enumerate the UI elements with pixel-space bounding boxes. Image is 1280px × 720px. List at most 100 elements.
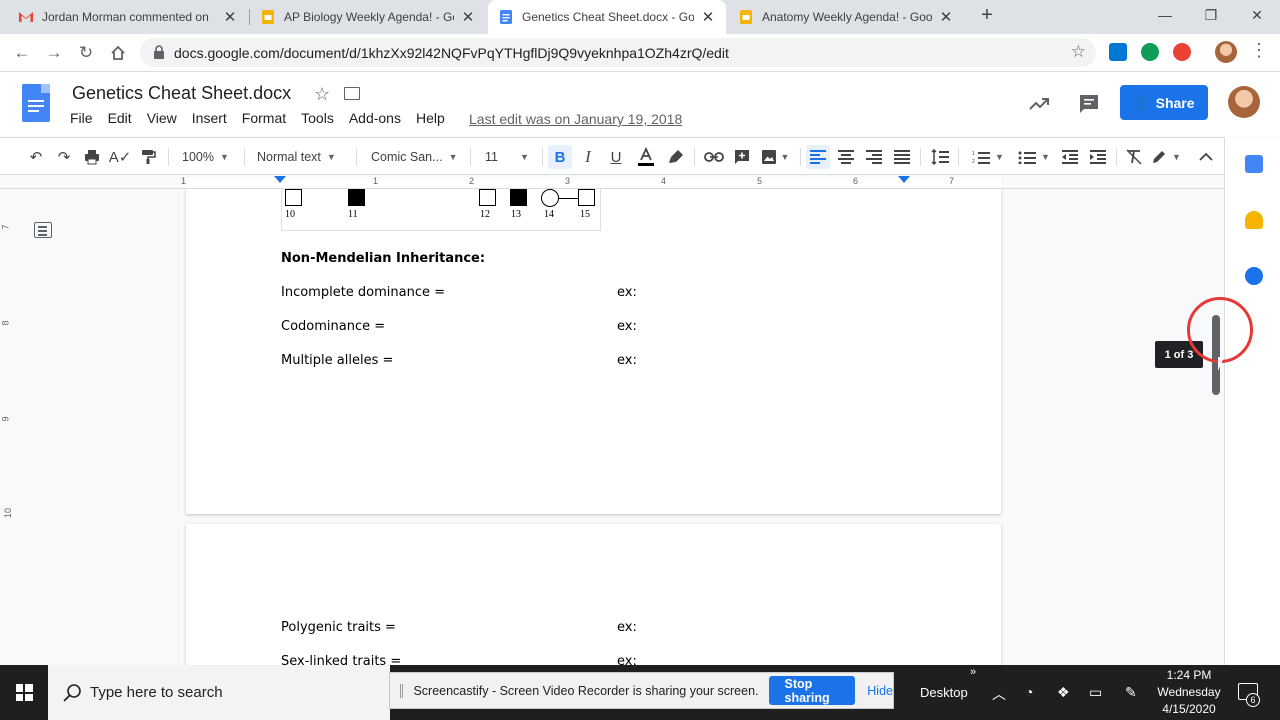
close-window-button[interactable]: ✕ [1234, 0, 1280, 30]
insert-image-icon[interactable]: ▼ [760, 145, 790, 169]
url-text: docs.google.com/document/d/1khzXx92l42NQ… [174, 45, 729, 61]
drag-handle-icon[interactable] [400, 683, 404, 698]
align-left-button[interactable] [806, 145, 830, 169]
toolbar-expand-icon[interactable]: » [970, 666, 976, 678]
print-icon[interactable] [82, 145, 102, 169]
desktop-toolbar-label[interactable]: Desktop [920, 685, 968, 700]
dropbox-icon[interactable]: ❖ [1057, 684, 1070, 701]
document-title[interactable]: Genetics Cheat Sheet.docx [72, 83, 291, 104]
increase-indent-icon[interactable] [1088, 145, 1108, 169]
taskbar-clock[interactable]: 1:24 PM Wednesday 4/15/2020 [1150, 667, 1228, 718]
docs-logo-icon[interactable] [22, 84, 50, 122]
stop-sharing-button[interactable]: Stop sharing [768, 676, 856, 705]
calendar-icon[interactable] [1245, 155, 1263, 173]
hide-sharing-bar-button[interactable]: Hide [867, 684, 893, 698]
editing-mode-icon[interactable]: ▼ [1148, 145, 1184, 169]
ruler-number: 1 [181, 176, 187, 186]
user-avatar[interactable] [1228, 86, 1260, 118]
font-select[interactable]: Comic San... ▼ [371, 145, 459, 169]
ruler-number: 8 [0, 320, 11, 326]
back-icon[interactable]: ← [10, 41, 34, 65]
show-hidden-icons-chevron-icon[interactable]: ︿ [992, 684, 1006, 704]
tab-genetics-cheat-sheet[interactable]: Genetics Cheat Sheet.docx - Goo ✕ [488, 0, 726, 34]
tab-label: AP Biology Weekly Agenda! - Go [284, 10, 454, 24]
align-center-icon[interactable] [836, 145, 856, 169]
underline-button[interactable]: U [606, 145, 626, 169]
extension-icon[interactable] [1109, 43, 1127, 61]
align-right-icon[interactable] [864, 145, 884, 169]
close-tab-icon[interactable]: ✕ [938, 8, 954, 26]
comments-icon[interactable] [1077, 92, 1101, 116]
pedigree-chart: 10 11 12 13 14 15 [281, 189, 601, 231]
highlight-color-icon[interactable] [666, 145, 686, 169]
restore-button[interactable]: ❐ [1188, 0, 1234, 30]
menu-insert[interactable]: Insert [192, 110, 227, 126]
document-page-1[interactable]: 10 11 12 13 14 15 Non-Mendelian Inherita… [186, 189, 1001, 514]
minimize-button[interactable]: — [1142, 0, 1188, 30]
menu-view[interactable]: View [147, 110, 177, 126]
collapse-toolbar-icon[interactable] [1196, 145, 1216, 169]
italic-button[interactable]: I [578, 145, 598, 169]
move-folder-icon[interactable] [344, 87, 360, 100]
last-edit-link[interactable]: Last edit was on January 19, 2018 [469, 111, 682, 127]
bulleted-list-icon[interactable]: ▼ [1014, 145, 1054, 169]
left-indent-marker[interactable] [274, 176, 286, 183]
new-tab-button[interactable]: + [976, 4, 998, 27]
activity-trend-icon[interactable] [1027, 92, 1051, 116]
menu-tools[interactable]: Tools [301, 110, 334, 126]
spellcheck-icon[interactable]: A✓ [109, 145, 132, 169]
undo-icon[interactable]: ↶ [26, 145, 46, 169]
start-button[interactable] [0, 665, 48, 720]
docs-icon [500, 10, 512, 24]
screencastify-extension-icon[interactable] [1173, 43, 1191, 61]
bold-button[interactable]: B [548, 145, 572, 169]
add-comment-icon[interactable] [732, 145, 752, 169]
menu-add-ons[interactable]: Add-ons [349, 110, 401, 126]
menu-help[interactable]: Help [416, 110, 445, 126]
tasks-icon[interactable] [1245, 267, 1263, 285]
address-bar[interactable]: docs.google.com/document/d/1khzXx92l42NQ… [140, 38, 1096, 67]
tab-gmail[interactable]: Jordan Morman commented on ✕ [8, 0, 248, 34]
battery-icon[interactable]: ▭ [1089, 684, 1102, 701]
close-tab-icon[interactable]: ✕ [222, 8, 238, 26]
extension-icon[interactable] [1141, 43, 1159, 61]
tab-anatomy[interactable]: Anatomy Weekly Agenda! - Goo ✕ [728, 0, 964, 34]
home-icon[interactable] [106, 41, 130, 65]
star-icon[interactable]: ☆ [314, 84, 330, 105]
network-icon[interactable]: ◔ [1025, 684, 1033, 700]
keep-icon[interactable] [1245, 211, 1263, 229]
close-tab-icon[interactable]: ✕ [700, 8, 716, 26]
search-icon [63, 683, 81, 702]
forward-icon[interactable]: → [42, 41, 66, 65]
menu-edit[interactable]: Edit [108, 110, 132, 126]
paint-format-icon[interactable] [138, 145, 158, 169]
browser-profile-avatar[interactable] [1215, 41, 1237, 63]
tab-ap-biology[interactable]: AP Biology Weekly Agenda! - Go ✕ [250, 0, 486, 34]
browser-menu-icon[interactable]: ⋮ [1250, 40, 1268, 61]
pen-workspace-icon[interactable]: ✎ [1125, 684, 1137, 701]
taskbar-search-box[interactable]: Type here to search [48, 665, 390, 720]
search-placeholder: Type here to search [90, 684, 223, 701]
close-tab-icon[interactable]: ✕ [460, 8, 476, 26]
redo-icon[interactable]: ↷ [54, 145, 74, 169]
bookmark-star-icon[interactable]: ☆ [1071, 42, 1086, 62]
justify-icon[interactable] [892, 145, 912, 169]
clear-formatting-icon[interactable] [1124, 145, 1144, 169]
share-button[interactable]: 👤 Share [1120, 85, 1208, 120]
numbered-list-icon[interactable]: 12 ▼ [968, 145, 1008, 169]
insert-link-icon[interactable] [703, 145, 725, 169]
menu-format[interactable]: Format [242, 110, 286, 126]
document-page-2[interactable]: Polygenic traits = ex: Sex-linked traits… [186, 524, 1001, 665]
line-spacing-icon[interactable] [930, 145, 950, 169]
text-color-button[interactable] [634, 145, 658, 169]
windows-logo-icon [15, 684, 33, 701]
font-size-select[interactable]: 11 ▼ [485, 145, 537, 169]
reload-icon[interactable]: ↻ [74, 41, 98, 65]
paragraph-style-select[interactable]: Normal text ▼ [257, 145, 345, 169]
term-label: Multiple alleles = [281, 353, 394, 368]
decrease-indent-icon[interactable] [1060, 145, 1080, 169]
document-outline-icon[interactable] [34, 222, 52, 238]
zoom-select[interactable]: 100% ▼ [182, 145, 234, 169]
right-indent-marker[interactable] [898, 176, 910, 183]
menu-file[interactable]: File [70, 110, 93, 126]
